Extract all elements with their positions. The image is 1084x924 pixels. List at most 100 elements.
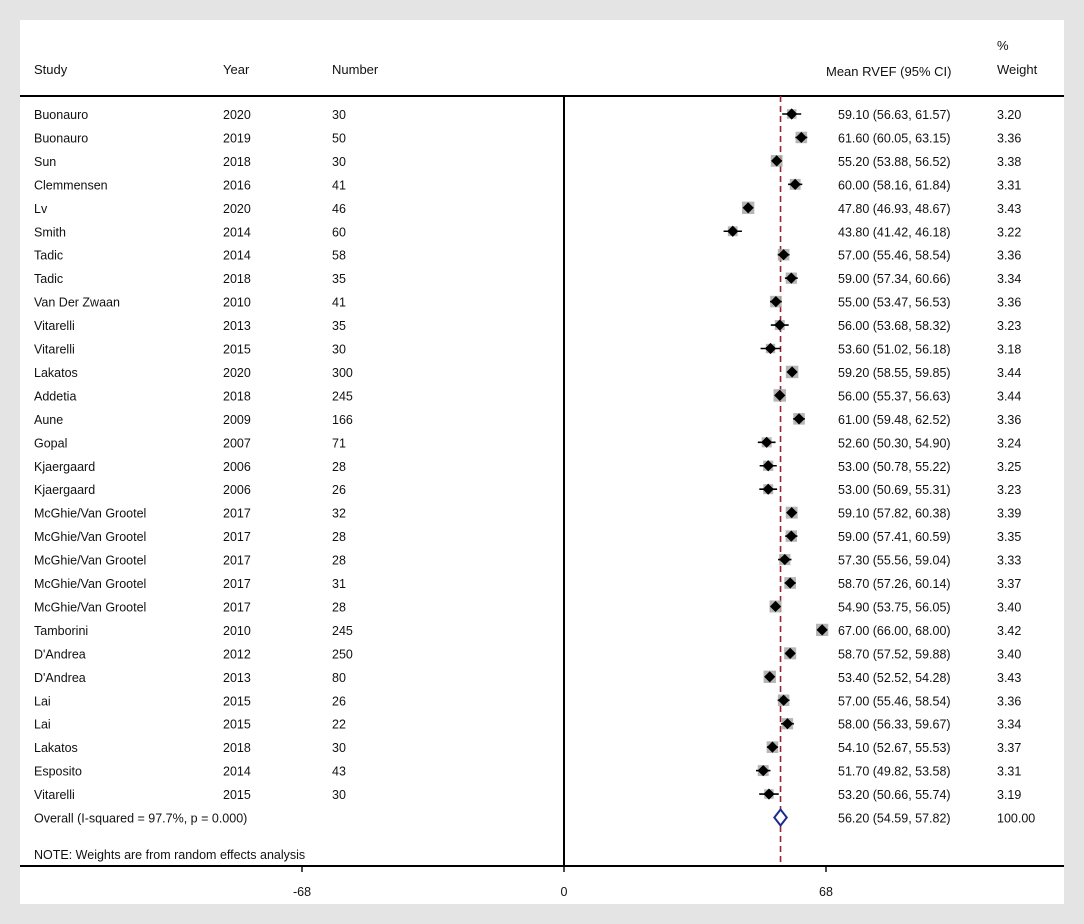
study-row: Tamborini 2010 245 67.00 (66.00, 68.00) 3.42 xyxy=(34,623,1021,638)
study-estimate-text: 57.30 (55.56, 59.04) xyxy=(838,554,951,568)
study-number: 80 xyxy=(332,671,346,685)
study-estimate-text: 53.40 (52.52, 54.28) xyxy=(838,671,951,685)
study-year: 2020 xyxy=(223,366,251,380)
study-weight: 3.35 xyxy=(997,530,1021,544)
study-row: Lai 2015 22 58.00 (56.33, 59.67) 3.34 xyxy=(34,718,1021,732)
x-axis-ticks: -68 0 68 xyxy=(293,866,833,899)
study-name: Lai xyxy=(34,718,51,732)
study-estimate-text: 52.60 (50.30, 54.90) xyxy=(838,436,951,450)
study-year: 2014 xyxy=(223,765,251,779)
study-number: 60 xyxy=(332,225,346,239)
study-row: Lakatos 2020 300 59.20 (58.55, 59.85) 3.44 xyxy=(34,365,1021,380)
header-weight-percent: % xyxy=(997,38,1009,53)
study-name: Buonauro xyxy=(34,131,88,145)
study-estimate-text: 55.20 (53.88, 56.52) xyxy=(838,155,951,169)
study-name: Smith xyxy=(34,225,66,239)
study-weight: 3.23 xyxy=(997,319,1021,333)
study-year: 2014 xyxy=(223,249,251,263)
study-estimate-text: 67.00 (66.00, 68.00) xyxy=(838,624,951,638)
study-name: Vitarelli xyxy=(34,343,75,357)
study-row: Lv 2020 46 47.80 (46.93, 48.67) 3.43 xyxy=(34,201,1021,216)
study-weight: 3.40 xyxy=(997,647,1021,661)
overall-label: Overall (I-squared = 97.7%, p = 0.000) xyxy=(34,812,247,826)
study-estimate-text: 58.70 (57.26, 60.14) xyxy=(838,577,951,591)
study-year: 2006 xyxy=(223,460,251,474)
study-estimate-text: 58.70 (57.52, 59.88) xyxy=(838,647,951,661)
study-name: Buonauro xyxy=(34,108,88,122)
study-name: Lakatos xyxy=(34,741,78,755)
study-year: 2015 xyxy=(223,343,251,357)
study-estimate-text: 53.60 (51.02, 56.18) xyxy=(838,343,951,357)
study-number: 26 xyxy=(332,694,346,708)
study-year: 2018 xyxy=(223,389,251,403)
study-estimate-text: 56.00 (53.68, 58.32) xyxy=(838,319,951,333)
study-weight: 3.36 xyxy=(997,249,1021,263)
study-weight: 3.36 xyxy=(997,296,1021,310)
study-estimate-text: 61.00 (59.48, 62.52) xyxy=(838,413,951,427)
study-weight: 3.19 xyxy=(997,788,1021,802)
study-row: McGhie/Van Grootel 2017 32 59.10 (57.82, 60… xyxy=(34,507,1021,521)
study-year: 2019 xyxy=(223,131,251,145)
study-number: 43 xyxy=(332,765,346,779)
study-number: 50 xyxy=(332,131,346,145)
study-weight: 3.42 xyxy=(997,624,1021,638)
study-estimate-text: 54.90 (53.75, 56.05) xyxy=(838,600,951,614)
study-row: Van Der Zwaan 2010 41 55.00 (53.47, 56.53) 3… xyxy=(34,296,1021,310)
study-row: Smith 2014 60 43.80 (41.42, 46.18) 3.22 xyxy=(34,225,1021,239)
study-year: 2015 xyxy=(223,718,251,732)
study-estimate-text: 59.00 (57.34, 60.66) xyxy=(838,272,951,286)
study-name: McGhie/Van Grootel xyxy=(34,577,146,591)
overall-row: Overall (I-squared = 97.7%, p = 0.000) 56… xyxy=(34,807,1035,828)
study-number: 58 xyxy=(332,249,346,263)
study-estimate-text: 58.00 (56.33, 59.67) xyxy=(838,718,951,732)
study-name: Gopal xyxy=(34,436,67,450)
study-number: 28 xyxy=(332,530,346,544)
study-year: 2020 xyxy=(223,202,251,216)
study-row: Sun 2018 30 55.20 (53.88, 56.52) 3.38 xyxy=(34,155,1021,169)
study-weight: 3.33 xyxy=(997,554,1021,568)
study-year: 2020 xyxy=(223,108,251,122)
study-estimate-text: 53.20 (50.66, 55.74) xyxy=(838,788,951,802)
study-number: 250 xyxy=(332,647,353,661)
study-row: Buonauro 2020 30 59.10 (56.63, 61.57) 3.20 xyxy=(34,108,1021,122)
study-weight: 3.44 xyxy=(997,389,1021,403)
overall-diamond xyxy=(773,807,789,828)
study-estimate-text: 59.10 (57.82, 60.38) xyxy=(838,507,951,521)
study-year: 2013 xyxy=(223,319,251,333)
study-name: Clemmensen xyxy=(34,178,108,192)
study-name: Vitarelli xyxy=(34,788,75,802)
study-name: Esposito xyxy=(34,765,82,779)
study-name: McGhie/Van Grootel xyxy=(34,507,146,521)
study-estimate-text: 51.70 (49.82, 53.58) xyxy=(838,765,951,779)
study-year: 2017 xyxy=(223,507,251,521)
study-name: Vitarelli xyxy=(34,319,75,333)
study-row: McGhie/Van Grootel 2017 28 57.30 (55.56, 59… xyxy=(34,554,1021,568)
study-number: 28 xyxy=(332,554,346,568)
study-weight: 3.24 xyxy=(997,436,1021,450)
study-name: D'Andrea xyxy=(34,647,86,661)
study-weight: 3.37 xyxy=(997,741,1021,755)
study-year: 2009 xyxy=(223,413,251,427)
study-weight: 3.18 xyxy=(997,343,1021,357)
study-year: 2017 xyxy=(223,577,251,591)
study-weight: 3.40 xyxy=(997,600,1021,614)
study-row: McGhie/Van Grootel 2017 28 59.00 (57.41, 60… xyxy=(34,530,1021,544)
study-number: 41 xyxy=(332,296,346,310)
study-name: D'Andrea xyxy=(34,671,86,685)
study-name: Kjaergaard xyxy=(34,460,95,474)
study-year: 2014 xyxy=(223,225,251,239)
header-number: Number xyxy=(332,62,379,77)
study-row: Kjaergaard 2006 26 53.00 (50.69, 55.31) 3.23 xyxy=(34,483,1021,497)
study-name: Kjaergaard xyxy=(34,483,95,497)
study-weight: 3.22 xyxy=(997,225,1021,239)
study-estimate-text: 57.00 (55.46, 58.54) xyxy=(838,694,951,708)
study-row: D'Andrea 2012 250 58.70 (57.52, 59.88) 3.40 xyxy=(34,647,1021,661)
study-number: 28 xyxy=(332,600,346,614)
header-weight: Weight xyxy=(997,62,1038,77)
study-number: 35 xyxy=(332,319,346,333)
study-row: Buonauro 2019 50 61.60 (60.05, 63.15) 3.36 xyxy=(34,131,1021,145)
study-weight: 3.31 xyxy=(997,765,1021,779)
study-row: Vitarelli 2013 35 56.00 (53.68, 58.32) 3.23 xyxy=(34,319,1021,333)
study-estimate-text: 56.00 (55.37, 56.63) xyxy=(838,389,951,403)
study-row: Tadic 2018 35 59.00 (57.34, 60.66) 3.34 xyxy=(34,272,1021,286)
